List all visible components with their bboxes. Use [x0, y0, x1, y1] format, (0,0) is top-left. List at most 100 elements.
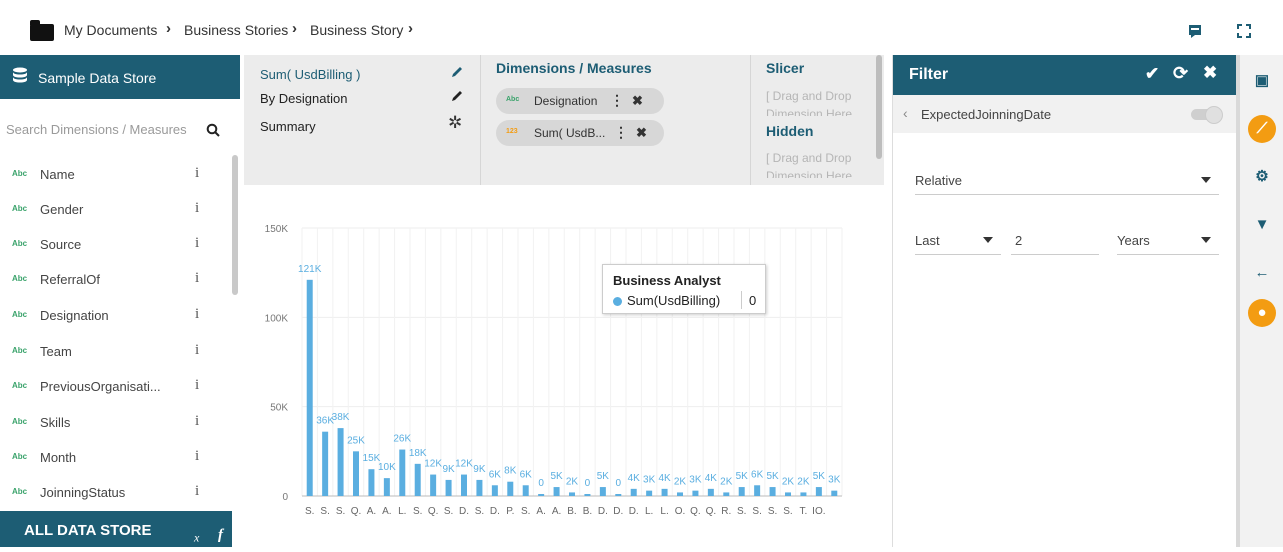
bar — [707, 488, 714, 496]
tooltip-title: Business Analyst — [613, 273, 721, 288]
search-icon[interactable] — [206, 123, 220, 137]
x-tick-label: Q. — [428, 506, 439, 517]
bar-data-label: 2K — [797, 476, 810, 487]
field-item-gender[interactable]: Abc Gender i — [0, 192, 230, 227]
bar-data-label: 5K — [766, 471, 779, 482]
info-icon[interactable]: i — [195, 235, 199, 252]
field-item-skills[interactable]: Abc Skills i — [0, 405, 230, 440]
measure-item[interactable]: Sum( UsdBilling ) — [260, 67, 360, 82]
search-input[interactable]: Search Dimensions / Measures — [6, 122, 187, 137]
save-icon[interactable]: ▣ — [1248, 67, 1276, 95]
field-item-designation[interactable]: Abc Designation i — [0, 298, 230, 333]
pencil-icon[interactable] — [450, 89, 464, 103]
bar — [815, 487, 822, 496]
bar — [383, 478, 390, 496]
x-tick-label: A. — [367, 506, 376, 517]
info-icon[interactable]: i — [195, 306, 199, 323]
filter-icon[interactable]: ▼ — [1248, 211, 1276, 239]
chart-icon[interactable]: ⟋ — [1248, 115, 1276, 143]
field-item-source[interactable]: Abc Source i — [0, 227, 230, 262]
back-arrow-icon[interactable]: ← — [1248, 259, 1276, 287]
bar — [538, 494, 545, 496]
kebab-icon[interactable]: ⋮ — [614, 124, 628, 141]
field-item-joinning-status[interactable]: Abc JoinningStatus i — [0, 475, 230, 510]
all-data-store-button[interactable]: ALL DATA STORE fx — [0, 511, 232, 547]
bar — [322, 431, 329, 496]
info-icon[interactable]: i — [195, 377, 199, 394]
data-store-title: Sample Data Store — [38, 70, 157, 86]
builder-scrollbar[interactable] — [876, 55, 882, 159]
field-label: JoinningStatus — [40, 485, 126, 500]
bar-data-label: 4K — [705, 473, 718, 484]
x-tick-label: L. — [645, 506, 653, 517]
info-icon[interactable]: i — [195, 165, 199, 182]
dropdown-arrow-icon — [1201, 177, 1211, 183]
field-item-previous-organisation[interactable]: Abc PreviousOrganisati... i — [0, 369, 230, 404]
gear-icon[interactable]: ✲ — [448, 113, 462, 133]
close-icon[interactable]: ✖ — [1203, 63, 1217, 83]
filter-toggle[interactable] — [1191, 106, 1223, 124]
check-icon[interactable]: ✔ — [1145, 64, 1159, 84]
info-icon[interactable]: i — [195, 270, 199, 287]
dimension-item[interactable]: By Designation — [260, 91, 347, 106]
x-tick-label: S. — [521, 506, 530, 517]
pencil-icon[interactable] — [450, 65, 464, 79]
bulb-icon[interactable]: ● — [1248, 299, 1276, 327]
data-store-header[interactable]: Sample Data Store — [0, 55, 240, 99]
info-icon[interactable]: i — [195, 413, 199, 430]
field-label: Skills — [40, 415, 71, 430]
hidden-drop-zone[interactable]: [ Drag and Drop — [766, 151, 851, 165]
refresh-icon[interactable]: ⟳ — [1173, 63, 1188, 84]
x-tick-label: IO. — [812, 506, 825, 517]
bar-data-label: 26K — [393, 434, 411, 445]
kebab-icon[interactable]: ⋮ — [610, 92, 624, 109]
x-tick-label: B. — [567, 506, 576, 517]
breadcrumb-my-documents[interactable]: My Documents — [64, 22, 157, 38]
formula-icon[interactable]: fx — [194, 516, 223, 545]
y-tick-label: 150K — [265, 224, 289, 235]
field-item-referralof[interactable]: Abc ReferralOf i — [0, 262, 230, 297]
period-count-input[interactable]: 2 — [1011, 225, 1099, 255]
filter-mode-select[interactable]: Relative — [915, 165, 1219, 195]
comment-icon[interactable] — [1188, 24, 1202, 38]
fields-scrollbar[interactable] — [232, 155, 238, 295]
x-tick-label: S. — [444, 506, 453, 517]
right-toolbar: ▣ ⟋ ⚙ ▼ ← ● — [1240, 55, 1283, 547]
string-type-badge: Abc — [12, 204, 28, 213]
x-tick-label: S. — [336, 506, 345, 517]
info-icon[interactable]: i — [195, 448, 199, 465]
info-icon[interactable]: i — [195, 200, 199, 217]
all-data-store-label: ALL DATA STORE — [24, 522, 152, 539]
field-item-team[interactable]: Abc Team i — [0, 334, 230, 369]
bar-data-label: 38K — [332, 412, 350, 423]
x-tick-label: D. — [613, 506, 623, 517]
bar-data-label: 5K — [597, 471, 610, 482]
slicer-drop-zone[interactable]: [ Drag and Drop — [766, 89, 851, 103]
bar — [476, 479, 483, 496]
bar-data-label: 5K — [736, 471, 749, 482]
field-label: Gender — [40, 202, 84, 217]
database-icon — [13, 67, 27, 83]
bar-data-label: 8K — [504, 466, 517, 477]
breadcrumb-business-story[interactable]: Business Story — [310, 22, 403, 38]
field-label: ReferralOf — [40, 272, 100, 287]
info-icon[interactable]: i — [195, 483, 199, 500]
fullscreen-icon[interactable] — [1237, 24, 1251, 38]
bar — [769, 487, 776, 496]
close-icon[interactable]: ✖ — [632, 93, 643, 109]
story-builder: Sum( UsdBilling ) By Designation Summary… — [244, 55, 884, 185]
period-direction-select[interactable]: Last — [915, 225, 1001, 255]
field-item-month[interactable]: Abc Month i — [0, 440, 230, 475]
measure-pill[interactable]: 123 Sum( UsdB... ⋮ ✖ — [496, 120, 664, 146]
breadcrumb-business-stories[interactable]: Business Stories — [184, 22, 288, 38]
hidden-drop-zone-line2: Dimension Here — [766, 169, 853, 178]
summary-item[interactable]: Summary — [260, 119, 316, 134]
search-field[interactable]: Search Dimensions / Measures — [0, 99, 232, 163]
settings-icon[interactable]: ⚙ — [1248, 163, 1276, 191]
close-icon[interactable]: ✖ — [636, 125, 647, 141]
dimension-pill[interactable]: Abc Designation ⋮ ✖ — [496, 88, 664, 114]
period-unit-select[interactable]: Years — [1117, 225, 1219, 255]
field-item-name[interactable]: Abc Name i — [0, 157, 230, 192]
back-chevron-icon[interactable]: ‹ — [903, 105, 908, 121]
info-icon[interactable]: i — [195, 342, 199, 359]
